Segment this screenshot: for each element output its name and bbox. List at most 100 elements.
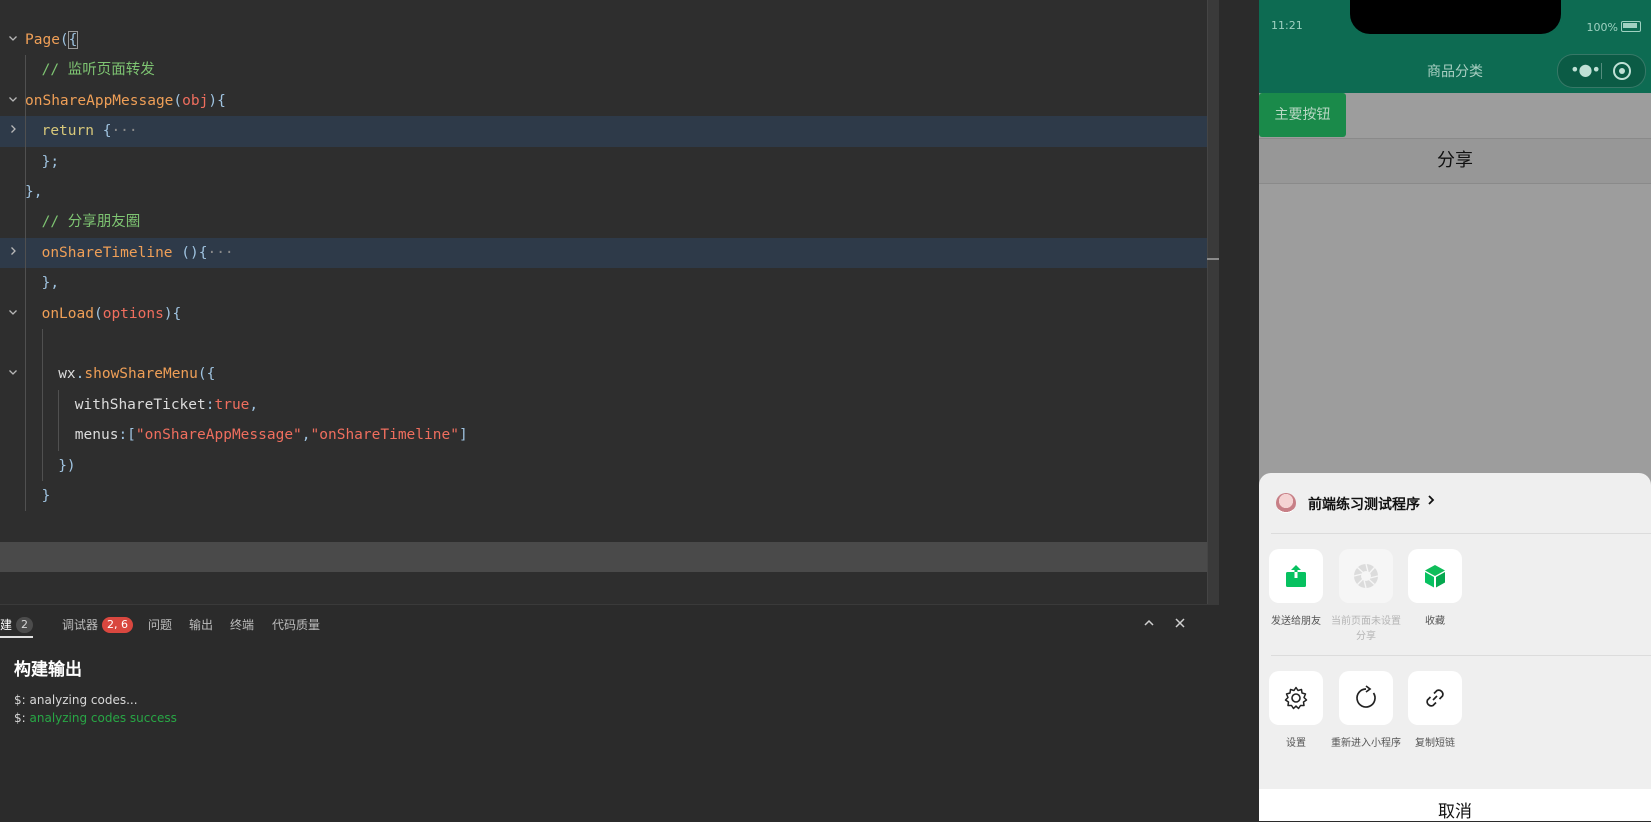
fold-chevron-down-icon[interactable] xyxy=(5,86,21,116)
send-to-friend-item[interactable]: 发送给朋友 xyxy=(1261,549,1331,629)
code-line[interactable]: wx.showShareMenu({ xyxy=(0,359,1219,389)
code-line[interactable] xyxy=(0,541,1219,573)
code-line-text: // 监听页面转发 xyxy=(42,55,155,85)
tab-debugger[interactable]: 调试器 2, 6 xyxy=(62,614,134,636)
code-token: Page xyxy=(25,32,60,48)
app-name: 前端练习测试程序 xyxy=(1308,497,1420,513)
tab-code-quality[interactable]: 代码质量 xyxy=(272,614,320,636)
code-line[interactable]: onLoad(options){ xyxy=(0,299,1219,329)
code-line[interactable]: return {··· xyxy=(0,116,1219,147)
reload-icon xyxy=(1339,671,1393,725)
code-line-text: }, xyxy=(42,268,59,298)
more-dots-icon[interactable]: •●• xyxy=(1570,61,1601,79)
code-token: ] xyxy=(458,427,468,444)
code-line[interactable]: // 监听页面转发 xyxy=(0,55,1219,85)
code-line-text: Page({ xyxy=(25,25,79,55)
code-token: , xyxy=(301,427,311,444)
capsule-close-icon[interactable] xyxy=(1613,62,1631,80)
fold-chevron-down-icon[interactable] xyxy=(5,25,21,55)
close-icon[interactable] xyxy=(1170,613,1190,635)
code-token: (){ xyxy=(172,244,208,261)
code-line[interactable]: }, xyxy=(0,268,1219,298)
code-line-text: }; xyxy=(42,147,59,177)
tab-terminal[interactable]: 终端 xyxy=(230,614,254,636)
build-log-prefix: $: xyxy=(14,711,30,725)
fold-chevron-right-icon[interactable] xyxy=(5,116,21,146)
bottom-panel: 建2 调试器 2, 6 问题 输出 终端 代码质量 构建输出 $: analyzi… xyxy=(0,604,1219,822)
code-token: ){ xyxy=(208,92,226,109)
code-token: }) xyxy=(58,457,76,474)
app-avatar xyxy=(1276,493,1296,513)
code-line[interactable] xyxy=(0,329,1219,359)
code-line-text: return {··· xyxy=(42,116,138,146)
primary-button[interactable]: 主要按钮 xyxy=(1259,93,1346,137)
status-battery: 100% xyxy=(1587,21,1641,34)
code-token: return xyxy=(41,123,103,140)
settings-gear-icon xyxy=(1269,671,1323,725)
code-token: wx xyxy=(58,366,76,383)
sheet-item-label: 收藏 xyxy=(1425,616,1445,627)
battery-text: 100% xyxy=(1586,21,1618,34)
code-line[interactable]: menus:["onShareAppMessage","onShareTimel… xyxy=(0,420,1219,450)
build-log-prefix: $: xyxy=(14,693,30,707)
tab-build-label: 建 xyxy=(0,618,13,632)
code-token: , xyxy=(249,396,259,413)
code-line-text: onLoad(options){ xyxy=(42,299,182,329)
code-token: :[ xyxy=(118,427,136,444)
code-line-text: wx.showShareMenu({ xyxy=(58,359,215,389)
code-line[interactable]: onShareAppMessage(obj){ xyxy=(0,86,1219,116)
fold-chevron-right-icon[interactable] xyxy=(5,238,21,268)
tab-terminal-label: 终端 xyxy=(230,618,255,632)
code-line[interactable]: onShareTimeline (){··· xyxy=(0,237,1219,269)
settings-item[interactable]: 设置 xyxy=(1261,671,1331,751)
sheet-item-label: 重新进入小程序 xyxy=(1331,738,1401,749)
code-token: options xyxy=(102,305,164,322)
code-editor[interactable]: Page({// 监听页面转发 onShareAppMessage(obj){re… xyxy=(0,0,1219,604)
share-button[interactable]: 分享 xyxy=(1259,138,1651,184)
indent-guide xyxy=(25,55,26,512)
tab-output-label: 输出 xyxy=(189,618,214,632)
tab-problems[interactable]: 问题 xyxy=(148,614,172,636)
code-line[interactable]: }) xyxy=(0,451,1219,481)
code-line-text: onShareTimeline (){··· xyxy=(42,238,234,268)
app-info-row[interactable]: 前端练习测试程序 xyxy=(1259,473,1651,533)
editor-scrollbar-marker xyxy=(1207,258,1219,260)
code-line-text: menus:["onShareAppMessage","onShareTimel… xyxy=(75,420,468,450)
code-token: menus xyxy=(74,427,119,444)
copy-link-item[interactable]: 复制短链 xyxy=(1400,671,1470,751)
code-line[interactable]: // 分享朋友圈 xyxy=(0,207,1219,237)
navigation-bar: 11:21 100% 商品分类 •●• xyxy=(1259,0,1651,93)
share-action-sheet: 前端练习测试程序 发送给朋友 当前页面未设置分享 收藏 设置 重新进入小程序 复… xyxy=(1259,473,1651,821)
code-token: ( xyxy=(173,92,183,109)
code-token: ({ xyxy=(197,366,216,383)
tab-output[interactable]: 输出 xyxy=(189,614,213,636)
code-line[interactable]: } xyxy=(0,481,1219,511)
tab-build[interactable]: 建2 xyxy=(0,614,34,638)
status-time: 11:21 xyxy=(1271,19,1303,32)
code-token: true xyxy=(214,396,250,413)
chevron-up-icon[interactable] xyxy=(1139,613,1159,635)
reload-item[interactable]: 重新进入小程序 xyxy=(1331,671,1401,751)
build-log-text: analyzing codes... xyxy=(29,693,138,707)
code-line[interactable]: }; xyxy=(0,147,1219,177)
code-line[interactable] xyxy=(0,511,1219,541)
sheet-item-label: 当前页面未设置分享 xyxy=(1331,616,1401,642)
code-line[interactable]: Page({ xyxy=(0,25,1219,55)
code-line-text: onShareAppMessage(obj){ xyxy=(25,86,226,116)
code-line[interactable]: withShareTicket:true, xyxy=(0,390,1219,420)
build-log-line: $: analyzing codes success xyxy=(14,711,177,725)
share-out-icon xyxy=(1269,549,1323,603)
tab-problems-label: 问题 xyxy=(148,618,173,632)
code-line-text: // 分享朋友圈 xyxy=(42,207,141,237)
tab-debugger-label: 调试器 xyxy=(62,618,99,632)
fold-chevron-down-icon[interactable] xyxy=(5,299,21,329)
code-line[interactable]: }, xyxy=(0,177,1219,207)
share-moments-item: 当前页面未设置分享 xyxy=(1331,549,1401,644)
code-line-text: } xyxy=(42,481,51,511)
fold-chevron-down-icon[interactable] xyxy=(5,359,21,389)
sheet-item-label: 复制短链 xyxy=(1415,738,1455,749)
code-token: onShareTimeline xyxy=(41,244,173,261)
cancel-button[interactable]: 取消 xyxy=(1259,789,1651,821)
code-token: } xyxy=(41,488,51,504)
favorite-item[interactable]: 收藏 xyxy=(1400,549,1470,629)
